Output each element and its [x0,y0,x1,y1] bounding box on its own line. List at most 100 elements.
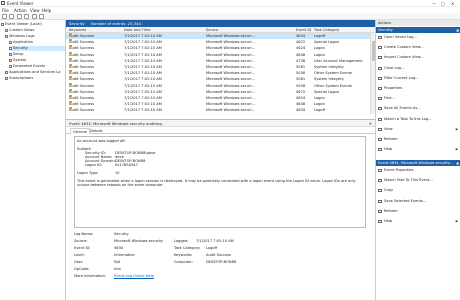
user-value: N/A [114,260,121,264]
action-help[interactable]: Help ▶ [376,218,460,225]
action-attach-a-task-to-this-log[interactable]: Attach a Task To this Log... [376,116,460,123]
help-icon[interactable] [32,14,37,19]
source-cell: Microsoft Windows securi... [206,71,255,76]
source-cell: Microsoft Windows securi... [206,108,255,113]
event-id-cell: 4624 [296,46,306,51]
source-label: Source: [74,239,88,243]
tab-details[interactable]: Details [88,128,104,134]
minimize-icon[interactable]: — [432,1,436,6]
source-cell: Microsoft Windows securi... [206,58,255,63]
forward-icon[interactable] [9,14,14,19]
event-message-box[interactable]: An account was logged off. Subject: Secu… [74,136,366,228]
back-icon[interactable] [2,14,7,19]
maximize-icon[interactable]: □ [441,1,445,6]
table-row[interactable]: Audit Success 7/1/2017 7:02:10 AM Microsof… [66,76,375,82]
action-help[interactable]: Help ▶ [376,146,460,153]
action-attach-task-to-this-event[interactable]: Attach Task To This Event... [376,177,460,184]
action-icon [378,76,382,80]
action-label: Import Custom View... [384,55,424,60]
action-event-properties[interactable]: Event Properties [376,167,460,174]
tree-item-applications-services[interactable]: Applications and Services Lo [5,70,60,75]
action-save-all-events-as[interactable]: Save All Events As... [376,105,460,112]
tree-item-subscriptions[interactable]: Subscriptions [5,76,33,81]
keywords-cell: Audit Success [69,101,94,107]
event-id-cell: 4624 [296,96,306,100]
properties-icon[interactable] [39,14,44,19]
tree-item-system[interactable]: System [9,58,26,63]
date-time-cell: 7/1/2017 7:02:10 AM [124,58,162,63]
action-import-custom-view[interactable]: Import Custom View... [376,54,460,61]
keywords-cell: Audit Success [69,88,94,95]
tree-item-security[interactable]: Security [9,46,65,51]
key-icon [69,82,72,85]
key-icon [69,33,72,35]
action-create-custom-view[interactable]: Create Custom View... [376,44,460,51]
up-icon[interactable] [17,14,22,19]
keywords-label: Keywords: [174,253,193,257]
action-copy[interactable]: Copy [376,187,460,194]
table-row[interactable]: Audit Success 7/1/2017 7:02:10 AM Microsof… [66,64,375,70]
source-cell: Microsoft Windows securi... [206,40,255,45]
logon-type-label: Logon Type: [77,171,99,175]
tree-item-application[interactable]: Application [9,40,33,45]
keywords-cell: Audit Success [69,107,94,113]
action-filter-current-log[interactable]: Filter Current Log... [376,75,460,82]
action-label: Attach a Task To this Log... [384,116,432,121]
action-save-selected-events[interactable]: Save Selected Events... [376,198,460,205]
action-icon [378,117,382,121]
source-cell: Microsoft Windows securi... [206,83,255,88]
action-find[interactable]: Find... [376,95,460,102]
keywords-text: Audit Success [69,65,95,69]
folder-icon [5,70,8,74]
table-row[interactable]: Audit Success 7/1/2017 7:02:10 AM Microsof… [66,70,375,76]
table-row[interactable]: Audit Success 7/1/2017 7:02:10 AM Microsof… [66,101,375,107]
close-icon[interactable]: ✕ [451,1,454,6]
action-open-saved-log[interactable]: Open Saved Log... [376,34,460,41]
action-clear-log[interactable]: Clear Log... [376,65,460,72]
action-icon [378,138,382,141]
table-row[interactable]: Audit Success 7/1/2017 7:02:10 AM Microsof… [66,88,375,95]
message-description-cont: unique between reboots on the same compu… [77,183,164,187]
navigation-tree: Event Viewer (Local) Custom Views Window… [0,20,66,300]
keywords-cell: Audit Success [69,39,94,45]
table-row[interactable]: Audit Success 7/1/2017 7:02:10 AM Microsof… [66,45,375,51]
key-icon [69,45,72,48]
key-icon [69,95,72,97]
tree-item-event-viewer-local[interactable]: Event Viewer (Local) [1,22,42,27]
table-row[interactable]: Audit Success 7/1/2017 7:02:10 AM Microsof… [66,39,375,45]
keywords-cell: Audit Success [69,64,94,70]
action-label: Filter Current Log... [384,75,419,80]
action-refresh[interactable]: Refresh [376,208,460,215]
actions-section-event[interactable]: Event 4634, Microsoft Windows security..… [376,160,460,166]
event-id-cell: 4672 [296,40,306,45]
action-view[interactable]: View ▶ [376,126,460,133]
tree-item-forwarded-events[interactable]: Forwarded Events [9,64,45,69]
action-refresh[interactable]: Refresh [376,136,460,143]
event-id-cell: 4648 [296,102,306,107]
action-icon [378,97,382,101]
folder-icon [5,28,8,32]
tree-item-custom-views[interactable]: Custom Views [5,28,34,33]
action-properties[interactable]: Properties [376,85,460,92]
close-detail-icon[interactable]: ✕ [369,120,372,127]
detail-title: Event 4634, Microsoft Windows security a… [69,121,163,126]
table-row[interactable]: Audit Success 7/1/2017 7:02:10 AM Microsof… [66,51,375,58]
task-category-cell: Other System Events [314,83,353,88]
actions-section-security[interactable]: Security ▲ [376,27,460,33]
task-category-cell: Logon [314,96,325,100]
show-hide-tree-icon[interactable] [24,14,29,19]
table-row[interactable]: Audit Success 7/1/2017 7:02:10 AM Microsof… [66,107,375,113]
keywords-value: Audit Success [206,253,232,257]
table-row[interactable]: Audit Success 7/1/2017 7:02:10 AM Microsof… [66,82,375,89]
action-icon [378,179,382,183]
action-label: View [384,126,393,131]
table-row[interactable]: Audit Success 7/1/2017 7:02:10 AM Microsof… [66,33,375,39]
event-log-online-help-link[interactable]: Event Log Online Help [114,274,154,278]
task-category-cell: Special Logon [314,40,339,45]
tree-item-windows-logs[interactable]: Windows Logs [5,34,34,39]
table-row[interactable]: Audit Success 7/1/2017 7:02:10 AM Microsof… [66,95,375,101]
collapse-icon: ▲ [456,161,459,165]
table-row[interactable]: Audit Success 7/1/2017 7:02:10 AM Microsof… [66,57,375,64]
tree-item-setup[interactable]: Setup [9,52,23,57]
event-id-cell: 5058 [296,71,306,76]
